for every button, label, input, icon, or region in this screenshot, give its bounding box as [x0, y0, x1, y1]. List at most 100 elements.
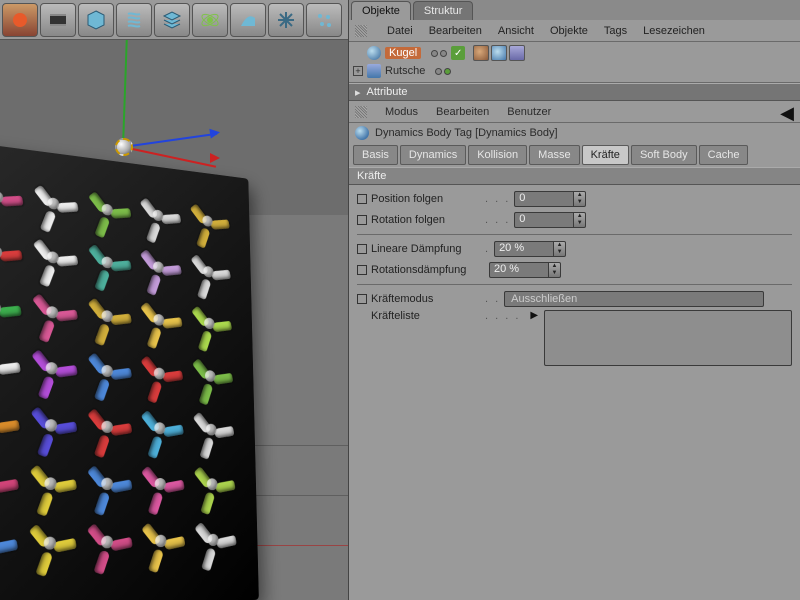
layer-dot[interactable]: [431, 50, 438, 57]
layer-dot[interactable]: [444, 68, 451, 75]
spinner[interactable]: ▲▼: [554, 241, 566, 257]
kraeftemodus-dropdown[interactable]: Ausschließen: [504, 291, 764, 307]
3d-viewport[interactable]: [0, 40, 348, 600]
row-kraefteliste: Kräfteliste . . . . ▶: [357, 310, 792, 366]
propeller: [0, 172, 20, 222]
subtab-kollision[interactable]: Kollision: [468, 145, 527, 165]
menu-bearbeiten2[interactable]: Bearbeiten: [436, 106, 489, 118]
input-value[interactable]: 20 %: [494, 241, 554, 257]
section-header: Kräfte: [349, 167, 800, 185]
dynamics-tag-icon[interactable]: [491, 45, 507, 61]
propeller: [85, 292, 129, 340]
propeller: [0, 283, 19, 333]
anim-checkbox[interactable]: [357, 244, 367, 254]
propeller: [0, 458, 16, 508]
collapse-icon[interactable]: ▸: [355, 86, 361, 99]
field-label: Position folgen: [371, 193, 485, 205]
subtab-masse[interactable]: Masse: [529, 145, 579, 165]
coil-button[interactable]: [116, 3, 152, 37]
layer-dot[interactable]: [435, 68, 442, 75]
input-value[interactable]: 0: [514, 191, 574, 207]
subtab-dynamics[interactable]: Dynamics: [400, 145, 466, 165]
propeller: [30, 233, 75, 282]
anim-checkbox[interactable]: [357, 194, 367, 204]
axis-x-arrow: [210, 153, 220, 163]
input-value[interactable]: 0: [514, 212, 574, 228]
propeller: [189, 300, 230, 346]
row-rotationsdaempfung: Rotationsdämpfung 20 % ▲▼: [357, 260, 792, 280]
propeller: [27, 401, 74, 450]
spinner[interactable]: ▲▼: [549, 262, 561, 278]
object-manager-tabs: Objekte Struktur: [349, 0, 800, 20]
tab-objekte[interactable]: Objekte: [351, 1, 411, 20]
spinner[interactable]: ▲▼: [574, 191, 586, 207]
tree-item-rutsche[interactable]: + Rutsche: [353, 62, 796, 80]
panel-title: Attribute: [367, 86, 794, 98]
tree-item-kugel[interactable]: Kugel ✓: [353, 44, 796, 62]
menu-benutzer[interactable]: Benutzer: [507, 106, 551, 118]
drag-handle-icon[interactable]: [355, 25, 367, 37]
menu-bearbeiten[interactable]: Bearbeiten: [429, 25, 482, 37]
tag-icon[interactable]: [509, 45, 525, 61]
kraefteliste-listbox[interactable]: [544, 310, 792, 366]
separator: [357, 234, 792, 235]
row-position-folgen: Position folgen . . . 0 ▲▼: [357, 189, 792, 209]
menu-datei[interactable]: Datei: [387, 25, 413, 37]
tag-header: Dynamics Body Tag [Dynamics Body]: [349, 123, 800, 143]
field-label: Kräftemodus: [371, 293, 485, 305]
wedge-button[interactable]: [230, 3, 266, 37]
expand-button[interactable]: [268, 3, 304, 37]
propeller: [138, 350, 180, 397]
expand-icon[interactable]: +: [353, 66, 363, 76]
tab-struktur[interactable]: Struktur: [413, 1, 474, 20]
field-label: Rotationsdämpfung: [371, 264, 485, 276]
propeller: [26, 459, 73, 508]
subtab-kräfte[interactable]: Kräfte: [582, 145, 629, 165]
enabled-check-icon[interactable]: ✓: [451, 46, 465, 60]
row-rotation-folgen: Rotation folgen . . . 0 ▲▼: [357, 210, 792, 230]
particles-button[interactable]: [306, 3, 342, 37]
propeller: [85, 186, 128, 234]
kugel-sphere[interactable]: [115, 138, 133, 156]
propeller-array: [0, 172, 241, 591]
layer-dot[interactable]: [440, 50, 447, 57]
menu-tags[interactable]: Tags: [604, 25, 627, 37]
menu-objekte[interactable]: Objekte: [550, 25, 588, 37]
sphere-icon: [367, 46, 381, 60]
film-button[interactable]: [40, 3, 76, 37]
propeller: [0, 399, 17, 449]
rotation-folgen-input[interactable]: 0 ▲▼: [514, 212, 586, 228]
propeller: [138, 296, 180, 343]
drag-handle-icon[interactable]: [355, 106, 367, 118]
atom-button[interactable]: [192, 3, 228, 37]
axis-y[interactable]: [122, 40, 131, 147]
propeller: [191, 461, 233, 507]
material-tag-icon[interactable]: [473, 45, 489, 61]
propeller: [84, 518, 129, 567]
position-folgen-input[interactable]: 0 ▲▼: [514, 191, 586, 207]
tree-label: Kugel: [385, 47, 421, 59]
list-arrow-icon[interactable]: ▶: [530, 310, 538, 321]
input-value[interactable]: 20 %: [489, 262, 549, 278]
attribute-panel-header[interactable]: ▸ Attribute: [349, 83, 800, 101]
stack-button[interactable]: [154, 3, 190, 37]
cube-button[interactable]: [78, 3, 114, 37]
subtab-basis[interactable]: Basis: [353, 145, 398, 165]
anim-checkbox[interactable]: [357, 294, 367, 304]
propeller: [188, 249, 228, 295]
subtab-cache[interactable]: Cache: [699, 145, 749, 165]
menu-modus[interactable]: Modus: [385, 106, 418, 118]
rotationsdaempfung-input[interactable]: 20 % ▲▼: [489, 262, 561, 278]
record-button[interactable]: [2, 3, 38, 37]
menu-ansicht[interactable]: Ansicht: [498, 25, 534, 37]
lineare-daempfung-input[interactable]: 20 % ▲▼: [494, 241, 566, 257]
object-tree[interactable]: Kugel ✓ + Rutsche: [349, 42, 800, 83]
menu-lesezeichen[interactable]: Lesezeichen: [643, 25, 705, 37]
propeller: [85, 238, 128, 286]
spinner[interactable]: ▲▼: [574, 212, 586, 228]
axis-z[interactable]: [123, 133, 217, 148]
subtab-soft-body[interactable]: Soft Body: [631, 145, 697, 165]
anim-checkbox[interactable]: [357, 215, 367, 225]
nav-back-icon[interactable]: ◀: [780, 103, 794, 124]
anim-checkbox[interactable]: [357, 265, 367, 275]
